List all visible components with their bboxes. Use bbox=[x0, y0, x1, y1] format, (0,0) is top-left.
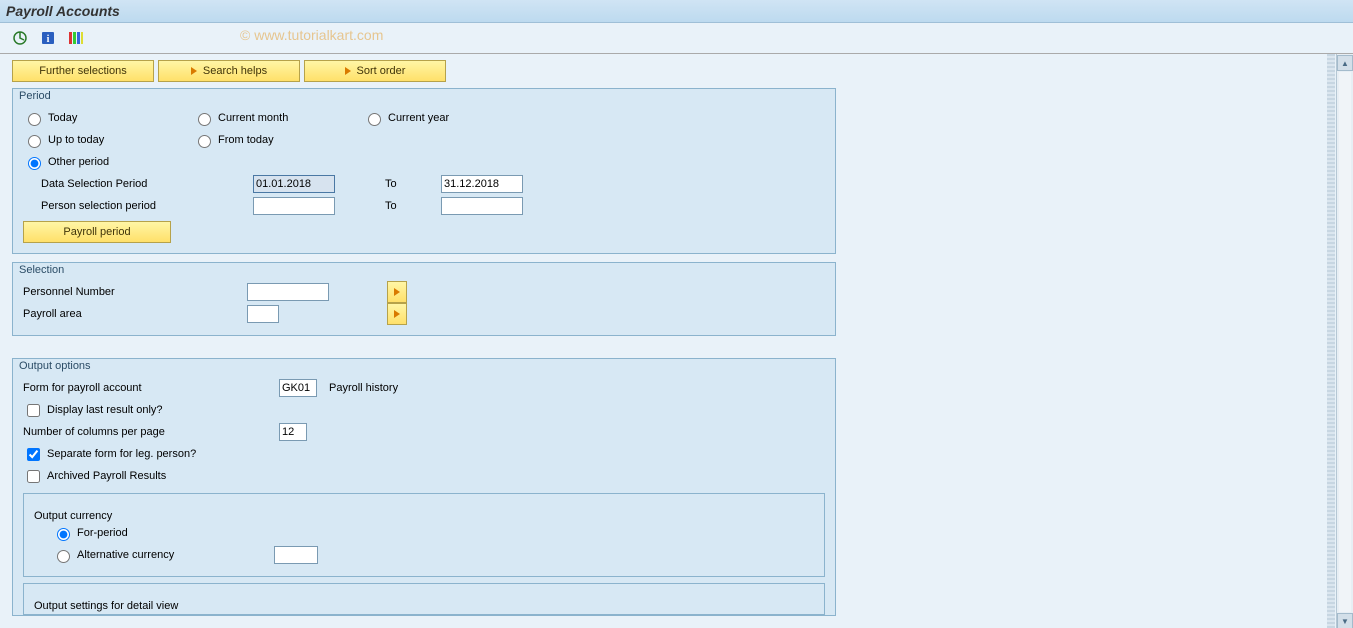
svg-text:i: i bbox=[47, 34, 50, 45]
personnel-number-label: Personnel Number bbox=[23, 286, 247, 298]
archived-results-label: Archived Payroll Results bbox=[47, 470, 166, 482]
payroll-period-button[interactable]: Payroll period bbox=[23, 221, 171, 243]
to-label-1: To bbox=[385, 178, 441, 190]
output-detail-view-group: Output settings for detail view bbox=[23, 583, 825, 615]
detail-view-legend: Output settings for detail view bbox=[34, 600, 178, 612]
period-legend: Period bbox=[19, 90, 51, 102]
further-selections-button[interactable]: Further selections bbox=[12, 60, 154, 82]
radio-today[interactable]: Today bbox=[23, 110, 193, 126]
selection-legend: Selection bbox=[19, 264, 64, 276]
payroll-area-input[interactable] bbox=[247, 305, 279, 323]
radio-from-today-input[interactable] bbox=[198, 135, 211, 148]
radio-current-year[interactable]: Current year bbox=[363, 110, 533, 126]
radio-from-today-label: From today bbox=[218, 134, 274, 146]
separate-form-label: Separate form for leg. person? bbox=[47, 448, 196, 460]
radio-other-period-label: Other period bbox=[48, 156, 109, 168]
info-icon[interactable]: i bbox=[38, 28, 58, 48]
form-description: Payroll history bbox=[329, 382, 398, 394]
data-selection-to-input[interactable] bbox=[441, 175, 523, 193]
personnel-number-multi-button[interactable] bbox=[387, 281, 407, 303]
person-selection-to-input[interactable] bbox=[441, 197, 523, 215]
splitter-bar[interactable] bbox=[1327, 54, 1335, 628]
person-selection-period-label: Person selection period bbox=[41, 200, 253, 212]
alternative-currency-input[interactable] bbox=[274, 546, 318, 564]
search-helps-label: Search helps bbox=[203, 65, 267, 77]
data-selection-period-label: Data Selection Period bbox=[41, 178, 253, 190]
person-selection-from-input[interactable] bbox=[253, 197, 335, 215]
num-cols-label: Number of columns per page bbox=[23, 426, 279, 438]
execute-icon[interactable] bbox=[10, 28, 30, 48]
radio-from-today[interactable]: From today bbox=[193, 132, 363, 148]
watermark: © www.tutorialkart.com bbox=[240, 27, 383, 43]
radio-current-month[interactable]: Current month bbox=[193, 110, 363, 126]
vertical-scrollbar[interactable]: ▲ ▼ bbox=[1336, 54, 1353, 628]
payroll-area-label: Payroll area bbox=[23, 308, 247, 320]
further-selections-label: Further selections bbox=[39, 65, 126, 77]
radio-current-year-input[interactable] bbox=[368, 113, 381, 126]
radio-for-period[interactable]: For-period bbox=[52, 525, 128, 541]
payroll-period-label: Payroll period bbox=[63, 226, 130, 238]
selection-group: Selection Personnel Number Payroll area bbox=[12, 262, 836, 336]
num-cols-input[interactable] bbox=[279, 423, 307, 441]
title-bar: Payroll Accounts bbox=[0, 0, 1353, 23]
payroll-area-multi-button[interactable] bbox=[387, 303, 407, 325]
radio-for-period-input[interactable] bbox=[57, 528, 70, 541]
radio-current-year-label: Current year bbox=[388, 112, 449, 124]
display-last-result-label: Display last result only? bbox=[47, 404, 163, 416]
radio-for-period-label: For-period bbox=[77, 527, 128, 539]
body-area: Further selections Search helps Sort ord… bbox=[0, 54, 1353, 628]
radio-today-input[interactable] bbox=[28, 113, 41, 126]
radio-current-month-input[interactable] bbox=[198, 113, 211, 126]
radio-up-to-today-input[interactable] bbox=[28, 135, 41, 148]
output-currency-group: Output currency For-period Alternative c… bbox=[23, 493, 825, 577]
currency-legend: Output currency bbox=[34, 510, 112, 522]
radio-other-period[interactable]: Other period bbox=[23, 154, 193, 170]
radio-alternative-currency-label: Alternative currency bbox=[77, 549, 174, 561]
data-selection-from-input[interactable] bbox=[253, 175, 335, 193]
selection-buttons-row: Further selections Search helps Sort ord… bbox=[0, 54, 848, 88]
to-label-2: To bbox=[385, 200, 441, 212]
archived-results-checkbox[interactable] bbox=[27, 470, 40, 483]
radio-alternative-currency-input[interactable] bbox=[57, 550, 70, 563]
output-legend: Output options bbox=[19, 360, 91, 372]
radio-other-period-input[interactable] bbox=[28, 157, 41, 170]
color-bars-icon[interactable] bbox=[66, 28, 86, 48]
output-options-group: Output options Form for payroll account … bbox=[12, 358, 836, 616]
period-group: Period Today Current month Current year … bbox=[12, 88, 836, 254]
scroll-track[interactable] bbox=[1339, 72, 1351, 612]
separate-form-checkbox[interactable] bbox=[27, 448, 40, 461]
scroll-up-icon[interactable]: ▲ bbox=[1337, 55, 1353, 71]
radio-alternative-currency[interactable]: Alternative currency bbox=[52, 547, 274, 563]
page-title: Payroll Accounts bbox=[6, 3, 120, 19]
radio-up-to-today-label: Up to today bbox=[48, 134, 104, 146]
personnel-number-input[interactable] bbox=[247, 283, 329, 301]
app-toolbar: i © www.tutorialkart.com bbox=[0, 23, 1353, 54]
sort-order-button[interactable]: Sort order bbox=[304, 60, 446, 82]
radio-today-label: Today bbox=[48, 112, 77, 124]
sort-order-label: Sort order bbox=[357, 65, 406, 77]
search-helps-button[interactable]: Search helps bbox=[158, 60, 300, 82]
form-for-payroll-account-label: Form for payroll account bbox=[23, 382, 279, 394]
form-code-input[interactable] bbox=[279, 379, 317, 397]
radio-up-to-today[interactable]: Up to today bbox=[23, 132, 193, 148]
display-last-result-checkbox[interactable] bbox=[27, 404, 40, 417]
scroll-down-icon[interactable]: ▼ bbox=[1337, 613, 1353, 628]
radio-current-month-label: Current month bbox=[218, 112, 288, 124]
